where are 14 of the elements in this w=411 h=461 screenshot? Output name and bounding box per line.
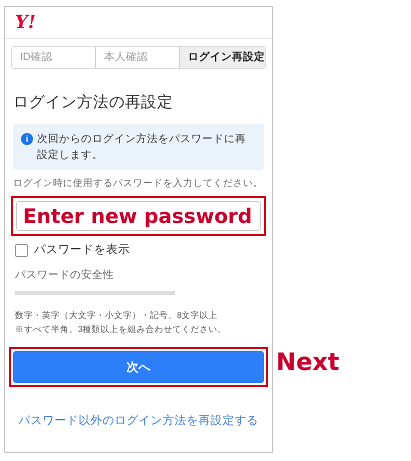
rule-text: ※すべて半角。3種類以上を組み合わせてください。 (15, 323, 228, 336)
hint-text: ログイン時に使用するパスワードを入力してください。 (13, 177, 264, 192)
checkbox[interactable] (15, 244, 28, 257)
page-title: ログイン方法の再設定 (13, 93, 174, 113)
next-button[interactable]: 次へ (13, 351, 264, 383)
info-icon: i (21, 133, 33, 146)
logo: Y! (15, 14, 36, 32)
strength-label: パスワードの安全性 (15, 268, 115, 283)
password-field[interactable]: Enter new password (16, 200, 261, 230)
rule-text: 数字・英字（大文字・小文字）・記号、8文字以上 (15, 308, 219, 322)
alt-login-link[interactable]: パスワード以外のログイン方法を再設定する (18, 413, 258, 430)
checkbox-label: パスワードを表示 (34, 242, 130, 258)
info-text: 次回からのログイン方法をパスワードに再設定します。 (37, 132, 247, 164)
next-annotation: Next (276, 347, 340, 378)
